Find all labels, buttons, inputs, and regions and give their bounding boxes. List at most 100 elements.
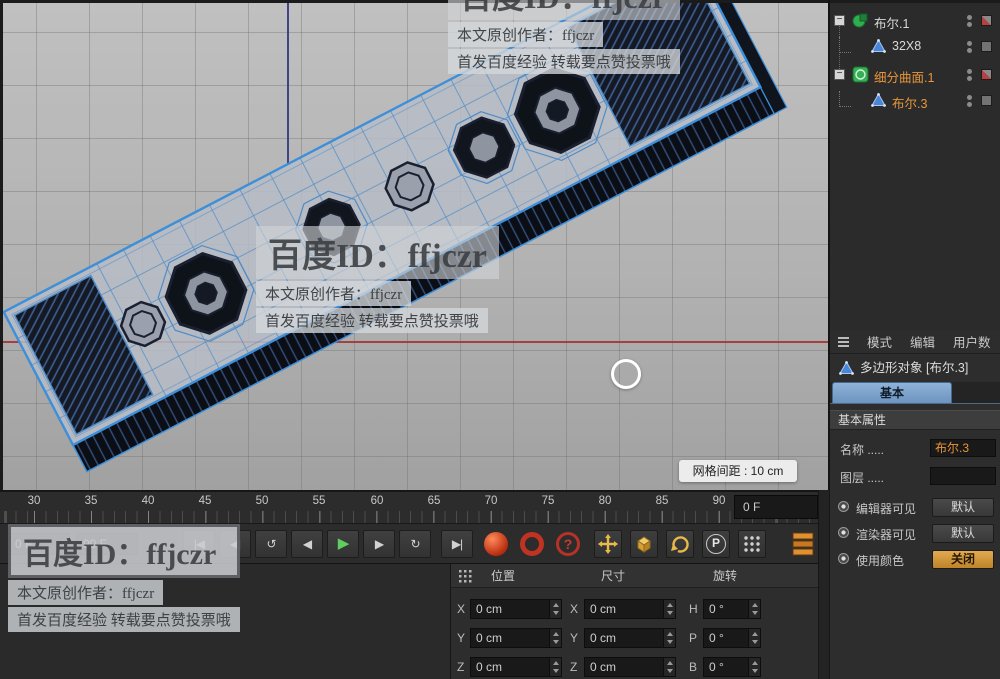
- timeline-tick: 60: [370, 495, 384, 507]
- size-y-field[interactable]: 0 cm: [584, 628, 676, 648]
- key-scale-button[interactable]: [630, 530, 658, 558]
- stepper-icon[interactable]: [663, 629, 675, 647]
- layer-label: 图层 .....: [840, 471, 885, 485]
- rotate-arrow-icon: [671, 536, 689, 553]
- key-parameter-button[interactable]: P: [702, 530, 730, 558]
- watermark-id-text: 百度ID：ffjczr: [256, 226, 500, 279]
- next-frame-button[interactable]: ▶: [363, 530, 395, 558]
- stepper-icon[interactable]: [748, 658, 760, 676]
- stepper-icon[interactable]: [748, 600, 760, 618]
- render-visibility-radio-icon[interactable]: [838, 527, 849, 538]
- enable-toggle-icon[interactable]: [981, 95, 992, 106]
- polygon-object-icon: [871, 38, 886, 53]
- visibility-dots-icon[interactable]: [967, 69, 972, 83]
- name-label: 名称 .....: [840, 443, 885, 457]
- name-field[interactable]: 布尔.3: [930, 439, 996, 457]
- visibility-dots-icon[interactable]: [967, 15, 972, 29]
- object-title-row: 多边形对象 [布尔.3]: [830, 356, 1000, 380]
- watermark-line: 本文原创作者：ffjczr: [448, 22, 604, 47]
- key-position-button[interactable]: [594, 530, 622, 558]
- editor-visibility-radio-icon[interactable]: [838, 501, 849, 512]
- stepper-icon[interactable]: [549, 629, 561, 647]
- size-header: 尺寸: [601, 569, 626, 583]
- tab-userdata[interactable]: 用户数: [953, 332, 991, 351]
- timeline-tick: 70: [484, 495, 498, 507]
- move-arrows-icon: [598, 534, 618, 554]
- tab-basic[interactable]: 基本: [832, 382, 952, 403]
- loop-button[interactable]: ↻: [399, 530, 431, 558]
- timeline-ruler[interactable]: 30 35 40 45 50 55 60 65 70 75 80 85 90: [0, 490, 828, 524]
- watermark-id-text: 百度ID：ffjczr: [8, 524, 240, 578]
- render-visibility-button[interactable]: 默认: [932, 524, 994, 543]
- object-row-boole1[interactable]: − 布尔.1: [830, 9, 1000, 33]
- keyframe-help-icon[interactable]: ?: [556, 532, 580, 556]
- layer-stack-button[interactable]: [792, 531, 814, 562]
- size-x-label: X: [570, 602, 579, 616]
- prev-frame-button[interactable]: ◀: [291, 530, 323, 558]
- watermark-line: 首发百度经验 转载要点赞投票哦: [256, 308, 488, 333]
- attribute-manager: 模式 编辑 用户数 多边形对象 [布尔.3] 基本 基本属性 名称 ..... …: [830, 330, 1000, 679]
- enable-toggle-icon[interactable]: [981, 69, 992, 80]
- timeline-tick: 65: [427, 495, 441, 507]
- stepper-icon[interactable]: [663, 600, 675, 618]
- record-keyframe-icon[interactable]: [484, 532, 508, 556]
- stepper-icon[interactable]: [748, 629, 760, 647]
- watermark-line: 首发百度经验 转载要点赞投票哦: [8, 607, 240, 632]
- current-frame-field[interactable]: 0 F: [734, 495, 818, 519]
- grid-icon: [459, 570, 472, 583]
- watermark-bottom-left: 百度ID：ffjczr 本文原创作者：ffjczr 首发百度经验 转载要点赞投票…: [8, 524, 240, 632]
- timeline-tick: 80: [598, 495, 612, 507]
- panel-splitter[interactable]: [818, 490, 830, 679]
- object-label: 布尔.3: [892, 97, 928, 111]
- key-rotation-button[interactable]: [666, 530, 694, 558]
- layer-field[interactable]: [930, 467, 996, 485]
- rot-p-field[interactable]: 0 °: [703, 628, 761, 648]
- boole-object-icon: [852, 13, 868, 28]
- enable-toggle-icon[interactable]: [981, 15, 992, 26]
- coordinates-panel: 位置 尺寸 旋转 X 0 cm X 0 cm H 0 ° Y 0 cm Y 0 …: [450, 563, 819, 679]
- play-reverse-button[interactable]: ↺: [255, 530, 287, 558]
- key-pla-button[interactable]: [738, 530, 766, 558]
- timeline-tick: 50: [255, 495, 269, 507]
- stepper-icon[interactable]: [549, 600, 561, 618]
- play-button[interactable]: ▶: [327, 530, 359, 558]
- enable-toggle-icon[interactable]: [981, 41, 992, 52]
- menu-grid-icon: [838, 337, 849, 347]
- use-color-radio-icon[interactable]: [838, 553, 849, 564]
- layer-stack-icon: [792, 532, 814, 556]
- object-label: 布尔.1: [874, 17, 910, 31]
- pos-x-field[interactable]: 0 cm: [470, 599, 562, 619]
- scale-cube-icon: [637, 536, 651, 553]
- tab-edit[interactable]: 编辑: [910, 332, 935, 351]
- stepper-icon[interactable]: [663, 658, 675, 676]
- rot-p-label: P: [689, 631, 698, 645]
- visibility-dots-icon[interactable]: [967, 41, 972, 55]
- section-header[interactable]: 基本属性: [830, 410, 1000, 430]
- pos-y-field[interactable]: 0 cm: [470, 628, 562, 648]
- pos-z-field[interactable]: 0 cm: [470, 657, 562, 677]
- rot-h-label: H: [689, 602, 698, 616]
- rot-b-field[interactable]: 0 °: [703, 657, 761, 677]
- tab-mode[interactable]: 模式: [867, 332, 892, 351]
- collapse-icon[interactable]: −: [834, 69, 845, 80]
- pos-z-label: Z: [457, 660, 465, 674]
- watermark-line: 本文原创作者：ffjczr: [256, 281, 412, 306]
- editor-visibility-button[interactable]: 默认: [932, 498, 994, 517]
- use-color-label: 使用颜色: [856, 554, 905, 568]
- size-z-field[interactable]: 0 cm: [584, 657, 676, 677]
- autokey-icon[interactable]: [520, 532, 544, 556]
- visibility-dots-icon[interactable]: [967, 95, 972, 109]
- rot-h-field[interactable]: 0 °: [703, 599, 761, 619]
- goto-end-button[interactable]: ▶|: [441, 530, 473, 558]
- object-row-sds1[interactable]: − 细分曲面.1: [830, 63, 1000, 87]
- object-row-boole3[interactable]: 布尔.3: [830, 89, 1000, 113]
- object-label: 细分曲面.1: [874, 71, 935, 85]
- use-color-button[interactable]: 关闭: [932, 550, 994, 569]
- collapse-icon[interactable]: −: [834, 15, 845, 26]
- stepper-icon[interactable]: [549, 658, 561, 676]
- pos-x-label: X: [457, 602, 466, 616]
- timeline-tick: 90: [712, 495, 726, 507]
- watermark-line: 首发百度经验 转载要点赞投票哦: [448, 49, 680, 74]
- object-row-32x8[interactable]: 32X8: [830, 35, 1000, 59]
- size-x-field[interactable]: 0 cm: [584, 599, 676, 619]
